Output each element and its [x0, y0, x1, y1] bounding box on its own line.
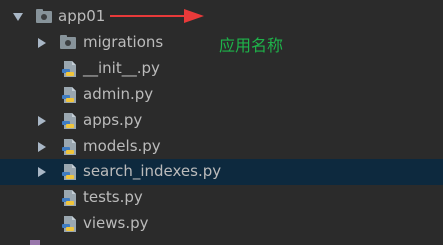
tree-item-label: apps.py — [83, 111, 143, 129]
python-file-icon — [62, 190, 76, 206]
python-file-icon — [62, 61, 76, 77]
tree-item-tests-py[interactable]: tests.py — [0, 185, 443, 211]
folder-icon — [36, 9, 52, 23]
tree-item-label: admin.py — [83, 85, 154, 103]
tree-item-init-py[interactable]: __init__.py — [0, 56, 443, 82]
tree-item-views-py[interactable]: views.py — [0, 211, 443, 237]
python-file-icon — [62, 139, 76, 155]
tree-item-apps-py[interactable]: apps.py — [0, 108, 443, 134]
folder-icon — [60, 35, 76, 49]
tree-item-label: __init__.py — [83, 59, 160, 77]
tree-item-app01[interactable]: app01 — [0, 4, 443, 30]
partial-next-item-icon — [30, 240, 40, 245]
tree-item-search-indexes-py[interactable]: search_indexes.py — [0, 159, 443, 185]
python-file-icon — [62, 164, 76, 180]
tree-item-label: app01 — [58, 7, 106, 25]
tree-item-label: migrations — [83, 33, 164, 51]
collapsed-arrow-icon[interactable] — [38, 167, 46, 177]
tree-item-label: tests.py — [83, 188, 143, 206]
expanded-arrow-icon[interactable] — [13, 13, 23, 21]
python-file-icon — [62, 87, 76, 103]
tree-item-label: models.py — [83, 137, 161, 155]
collapsed-arrow-icon[interactable] — [38, 142, 46, 152]
python-file-icon — [62, 113, 76, 129]
collapsed-arrow-icon[interactable] — [38, 116, 46, 126]
tree-item-label: views.py — [83, 214, 149, 232]
tree-item-models-py[interactable]: models.py — [0, 134, 443, 160]
annotation-arrow-icon — [110, 9, 204, 23]
tree-item-admin-py[interactable]: admin.py — [0, 82, 443, 108]
annotation-text: 应用名称 — [219, 36, 284, 55]
collapsed-arrow-icon[interactable] — [38, 38, 46, 48]
tree-item-label: search_indexes.py — [83, 162, 222, 180]
python-file-icon — [62, 216, 76, 232]
